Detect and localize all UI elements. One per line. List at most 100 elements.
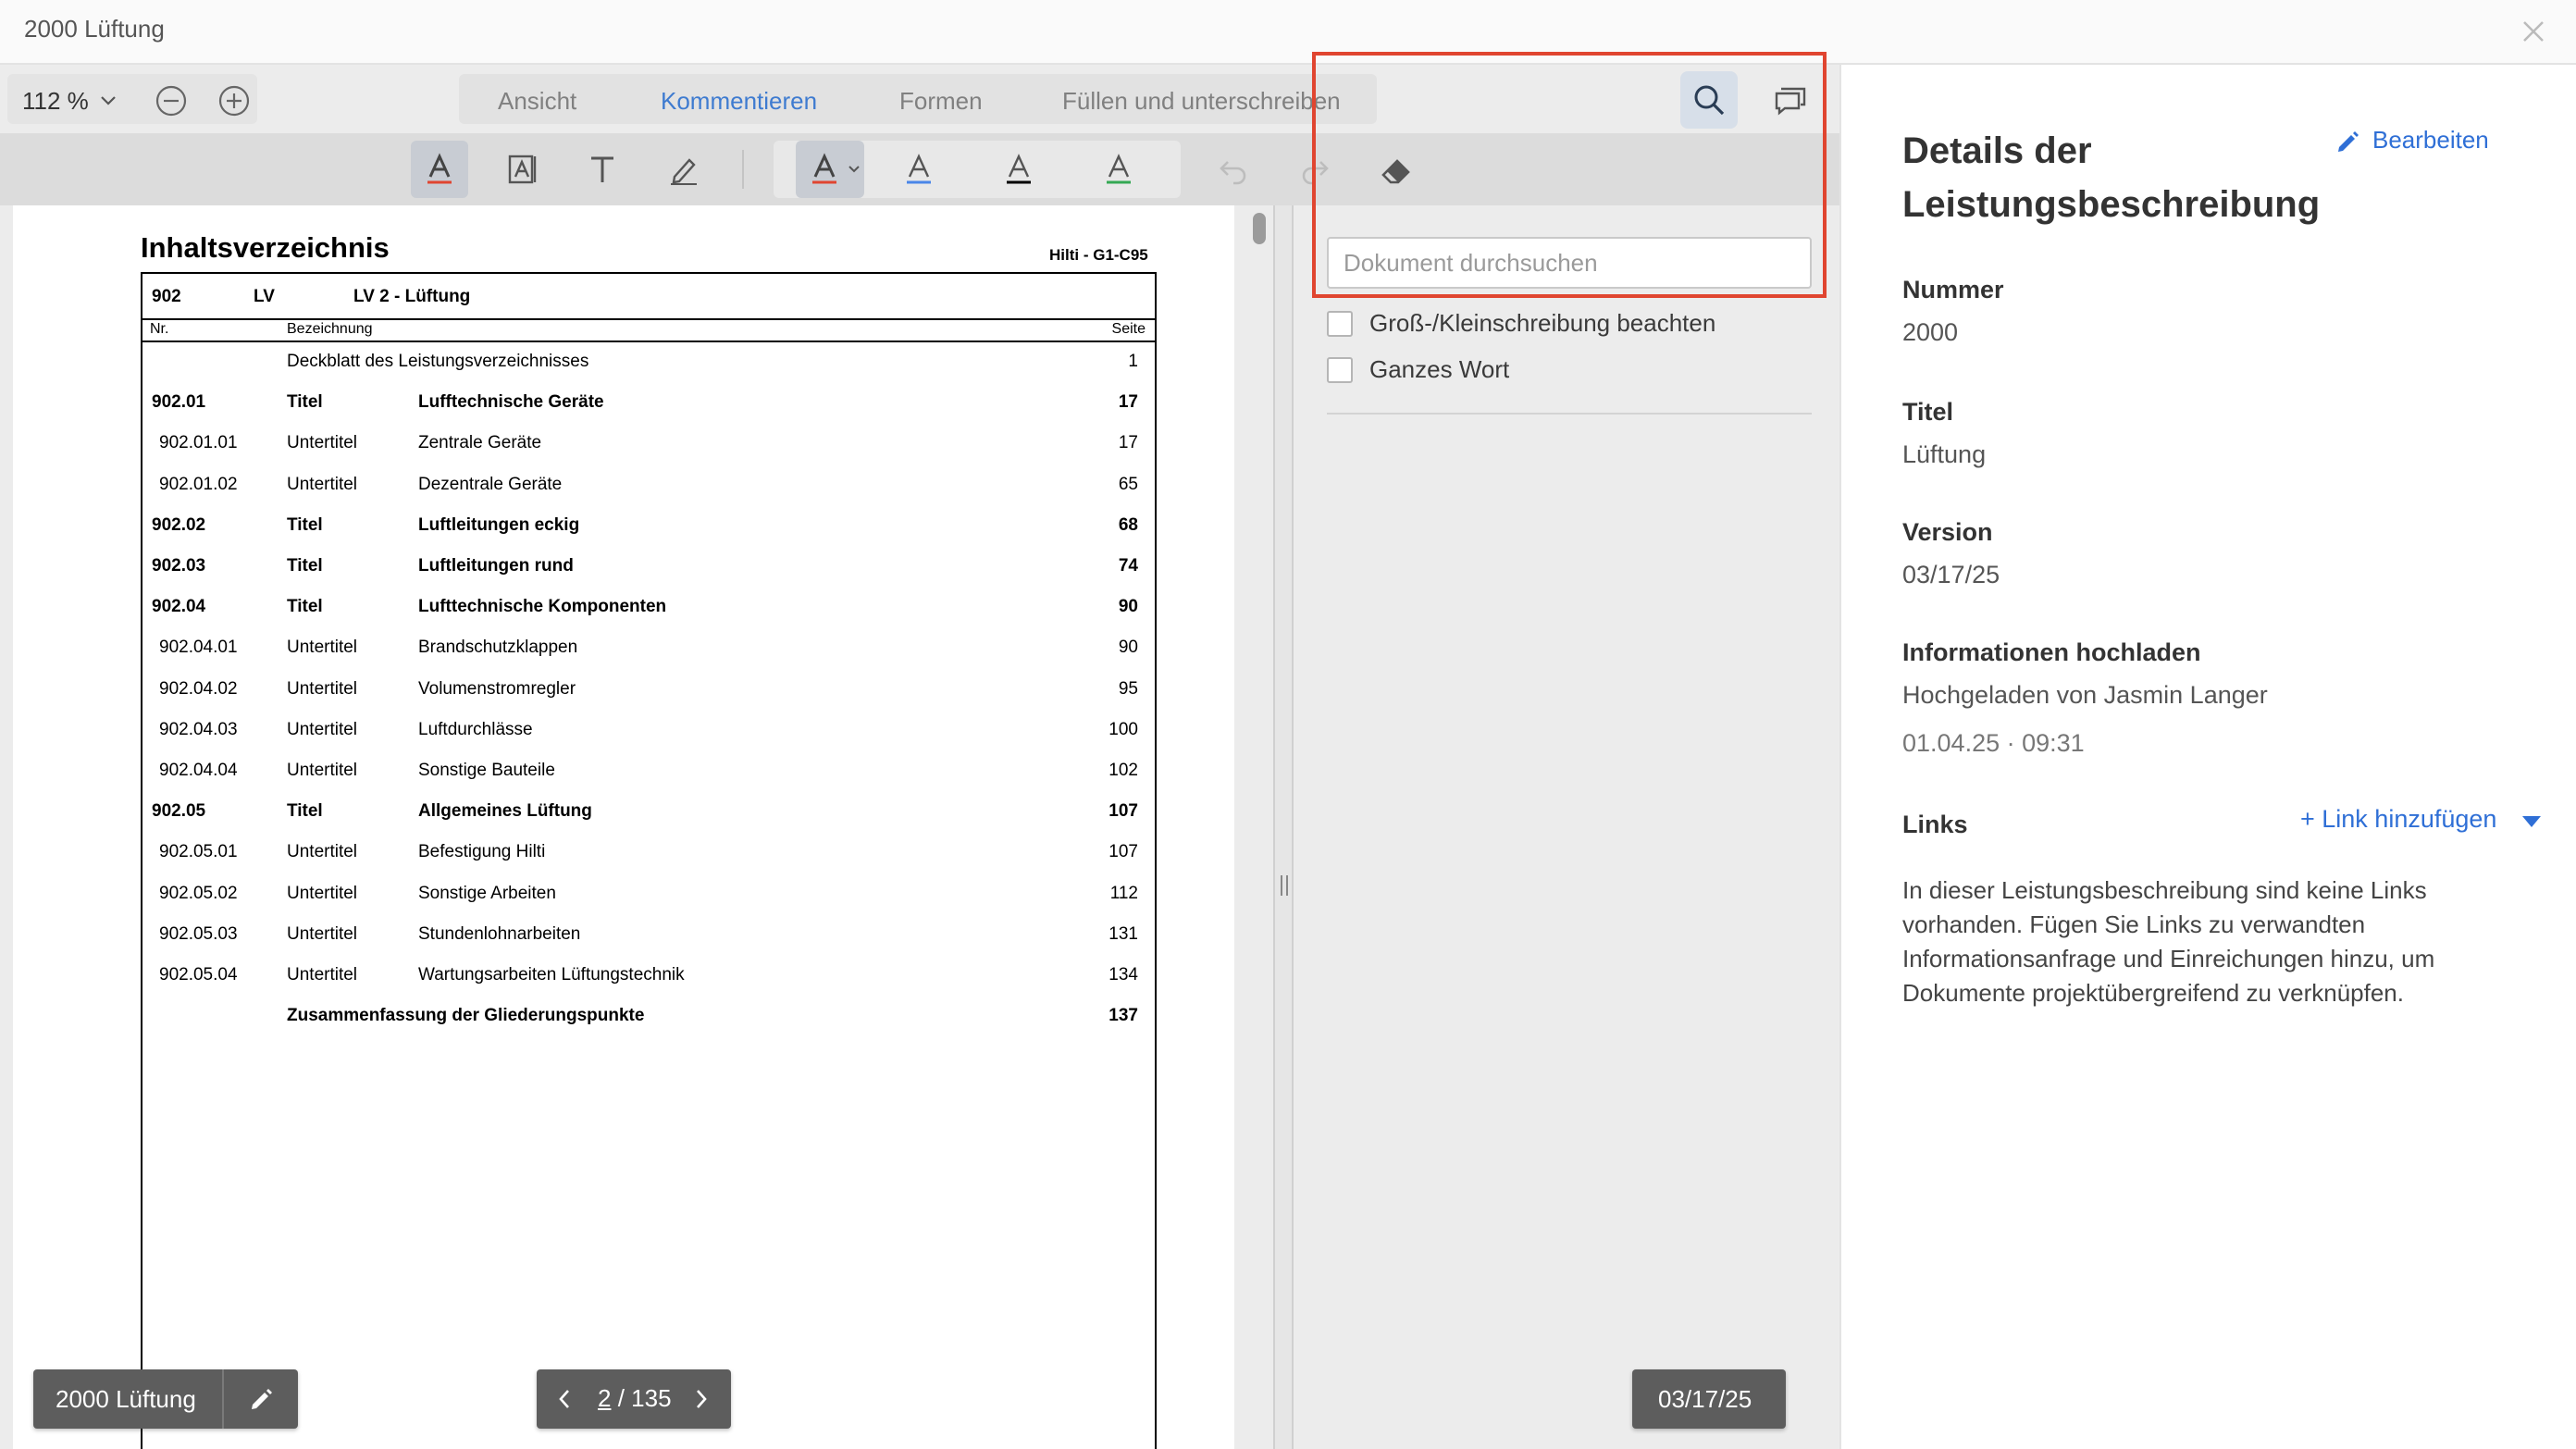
row-page: 100 [1108, 719, 1138, 739]
undo-icon [1220, 161, 1246, 185]
grip-icon [1281, 875, 1288, 896]
whole-word-checkbox[interactable] [1327, 357, 1353, 383]
page-navigator: 2 / 135 [537, 1369, 731, 1429]
doc-name: 2000 Lüftung [56, 1385, 196, 1413]
row-number: 902.04.02 [159, 678, 238, 699]
window-title: 2000 Lüftung [24, 15, 165, 43]
row-title: Allgemeines Lüftung [418, 801, 592, 822]
table-row: 902.05.04 Untertitel Wartungsarbeiten Lüft… [142, 958, 1155, 998]
text-color-black-button[interactable] [990, 141, 1047, 198]
add-link-button[interactable]: + Link hinzufügen [2300, 805, 2541, 834]
edit-name-button[interactable] [222, 1369, 298, 1429]
current-page[interactable]: 2 [598, 1384, 611, 1412]
row-title: Lufftechnische Geräte [418, 392, 604, 413]
toc-header: 902 LV LV 2 - Lüftung [142, 274, 1155, 320]
page-scrollbar[interactable] [1253, 213, 1266, 244]
row-page: 17 [1118, 392, 1138, 413]
text-color-blue-icon [907, 154, 931, 184]
zoom-out-icon[interactable] [155, 85, 187, 121]
row-type: Untertitel [287, 678, 358, 699]
text-color-blue-button[interactable] [890, 141, 947, 198]
chevron-down-icon[interactable] [100, 94, 117, 111]
number-label: Nummer [1902, 276, 2004, 303]
zoom-in-icon[interactable] [218, 85, 250, 121]
chevron-down-icon [848, 166, 860, 173]
row-title: Zentrale Geräte [418, 433, 542, 453]
text-box-icon [508, 155, 537, 184]
zoom-value[interactable]: 112 % [22, 87, 89, 116]
upload-label: Informationen hochladen [1902, 638, 2201, 666]
text-color-group [774, 141, 1181, 198]
links-label: Links [1902, 811, 1968, 838]
table-row: 902.04 Titel Lufttechnische Komponenten 90 [142, 589, 1155, 630]
row-title: Sonstige Bauteile [418, 761, 555, 780]
search-panel: Groß-/Kleinschreibung beachten Ganzes Wo… [1297, 205, 1839, 1449]
table-row: 902.01.01 Untertitel Zentrale Geräte 17 [142, 426, 1155, 466]
row-number: 902.01.02 [159, 474, 238, 494]
tab-ansicht[interactable]: Ansicht [498, 87, 576, 116]
row-type: Titel [287, 597, 323, 617]
toc-header-title: LV 2 - Lüftung [353, 287, 471, 306]
upload-by: Hochgeladen von Jasmin Langer [1902, 681, 2268, 709]
tab-kommentieren[interactable]: Kommentieren [661, 87, 817, 116]
toc-table: 902 LV LV 2 - Lüftung Nr. Bezeichnung Se… [141, 272, 1157, 1449]
pencil-icon [252, 1389, 272, 1409]
row-type: Untertitel [287, 719, 358, 739]
freehand-tool[interactable] [655, 141, 712, 198]
row-number: 902.01 [152, 392, 206, 413]
row-number: 902.05.04 [159, 965, 238, 985]
row-title: Befestigung Hilti [418, 842, 546, 862]
row-type: Untertitel [287, 923, 358, 944]
version-pill[interactable]: 03/17/25 [1632, 1369, 1786, 1429]
edit-details-button[interactable]: Bearbeiten [2338, 126, 2489, 155]
text-highlight-tool[interactable] [411, 141, 468, 198]
chevron-left-icon[interactable] [557, 1388, 572, 1417]
row-title: Sonstige Arbeiten [418, 883, 556, 903]
row-page: 107 [1108, 801, 1138, 822]
caret-down-icon[interactable] [2522, 816, 2541, 827]
toc-columns: Nr. Bezeichnung Seite [142, 320, 1155, 342]
undo-button[interactable] [1205, 141, 1262, 198]
row-number: 902.03 [152, 556, 206, 576]
doc-heading: Inhaltsverzeichnis [141, 231, 390, 264]
tab-formen[interactable]: Formen [899, 87, 983, 116]
close-icon[interactable] [2515, 13, 2552, 50]
toc-header-num: 902 [152, 287, 181, 306]
row-title: Luftleitungen rund [418, 556, 574, 576]
table-row: 902.05.01 Untertitel Befestigung Hilti 107 [142, 835, 1155, 875]
text-icon [591, 156, 613, 182]
doc-code: Hilti - G1-C95 [1049, 246, 1148, 264]
text-box-tool[interactable] [494, 141, 551, 198]
row-title: Deckblatt des Leistungsverzeichnisses [287, 352, 589, 371]
panel-resize-handle[interactable] [1273, 205, 1294, 1449]
col-seite: Seite [1111, 321, 1146, 337]
pdf-page[interactable]: Inhaltsverzeichnis Hilti - G1-C95 902 LV… [13, 205, 1234, 1449]
text-tool[interactable] [574, 141, 631, 198]
whole-word-label: Ganzes Wort [1369, 355, 1510, 383]
row-number: 902.05.03 [159, 923, 238, 944]
row-title: Lufttechnische Komponenten [418, 597, 667, 617]
row-page: 102 [1108, 761, 1138, 780]
table-row: 902.01 Titel Lufftechnische Geräte 17 [142, 385, 1155, 426]
row-page: 107 [1108, 842, 1138, 862]
row-title: Wartungsarbeiten Lüftungstechnik [418, 965, 685, 985]
row-title: Luftdurchlässe [418, 719, 533, 739]
tab-fuellen-unterschreiben[interactable]: Füllen und unterschreiben [1062, 87, 1341, 116]
table-row: 902.02 Titel Luftleitungen eckig 68 [142, 508, 1155, 549]
table-row: 902.03 Titel Luftleitungen rund 74 [142, 549, 1155, 589]
row-type: Titel [287, 514, 323, 535]
chevron-right-icon[interactable] [694, 1388, 709, 1417]
table-row: 902.05.02 Untertitel Sonstige Arbeiten 112 [142, 876, 1155, 917]
row-type: Untertitel [287, 842, 358, 862]
row-type: Untertitel [287, 638, 358, 658]
case-sensitive-checkbox[interactable] [1327, 311, 1353, 337]
row-page: 137 [1108, 1006, 1138, 1026]
row-title: Volumenstromregler [418, 678, 576, 699]
text-color-red-button[interactable] [796, 141, 864, 198]
title-label: Titel [1902, 398, 1954, 426]
text-underline-icon [427, 153, 452, 184]
table-row: 902.04.02 Untertitel Volumenstromregler 95 [142, 672, 1155, 712]
row-type: Untertitel [287, 965, 358, 985]
text-color-green-button[interactable] [1090, 141, 1147, 198]
title-value: Lüftung [1902, 440, 1987, 468]
